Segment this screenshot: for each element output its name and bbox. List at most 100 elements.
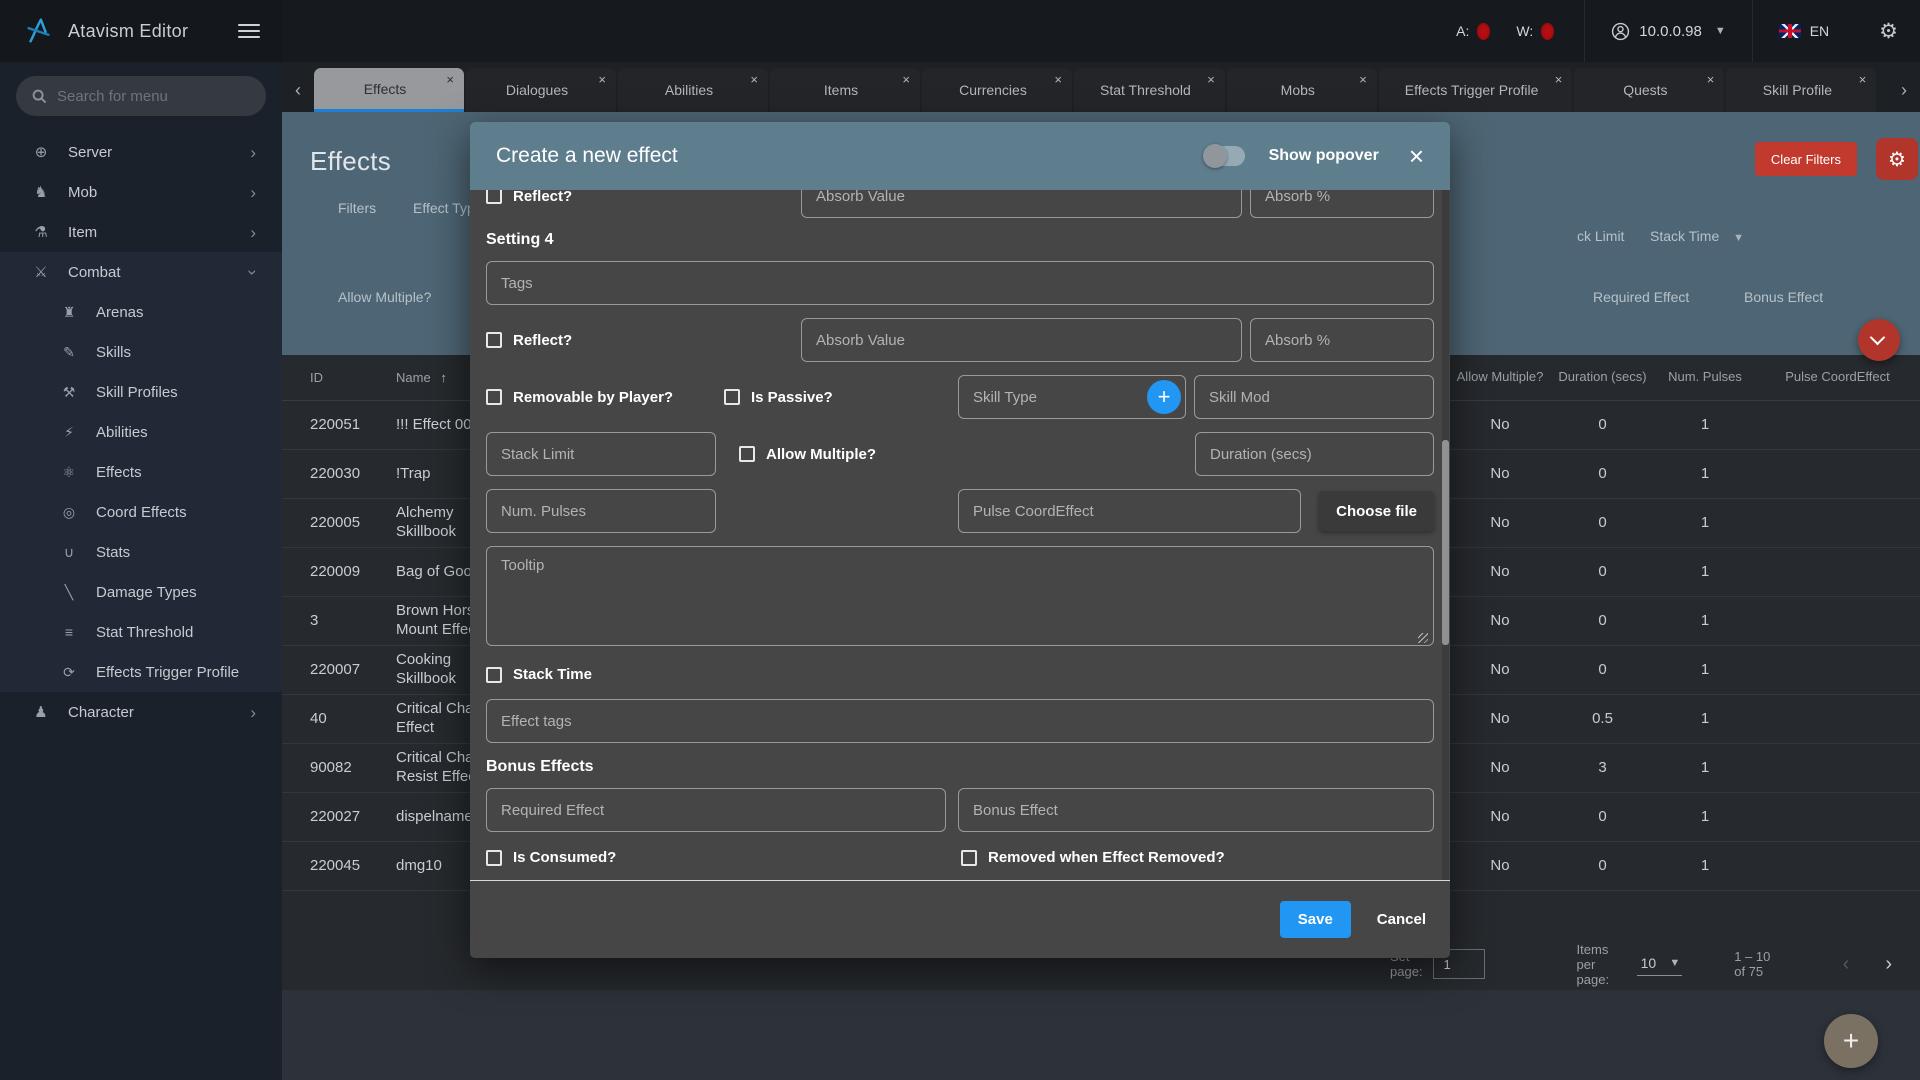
hamburger-menu-icon[interactable] <box>238 24 260 38</box>
sidebar-subgroup-combat: ♜ Arenas ✎ Skills ⚒ Skill Profiles ⚡ Abilities ⚛… <box>0 292 282 692</box>
tab-stat-threshold[interactable]: Stat Threshold × <box>1074 68 1225 112</box>
sidebar-item-label: Skill Profiles <box>96 383 178 401</box>
col-duration[interactable]: Duration (secs) <box>1550 369 1655 386</box>
col-allow-multiple[interactable]: Allow Multiple? <box>1450 369 1550 386</box>
num-pulses-input[interactable] <box>486 489 716 533</box>
settings-gear-icon[interactable]: ⚙ <box>1855 19 1898 44</box>
tab-close-icon[interactable]: × <box>750 73 758 86</box>
sidebar-item-server[interactable]: ⊕ Server › <box>0 132 282 172</box>
save-button[interactable]: Save <box>1279 901 1351 938</box>
absorb-value-input[interactable] <box>801 190 1242 218</box>
tab-close-icon[interactable]: × <box>1555 73 1563 86</box>
absorb-percent-input[interactable] <box>1250 190 1434 218</box>
next-page-icon[interactable]: › <box>1885 953 1892 976</box>
tags-input[interactable] <box>486 261 1434 305</box>
bonus-effect-input[interactable] <box>958 788 1434 832</box>
stack-limit-input[interactable] <box>486 432 716 476</box>
filter-stack-limit[interactable]: ck Limit <box>1577 228 1624 244</box>
previous-page-icon[interactable]: ‹ <box>1843 953 1850 976</box>
col-pulse-coordeffect[interactable]: Pulse CoordEffect <box>1755 369 1920 386</box>
effect-tags-input[interactable] <box>486 699 1434 743</box>
tab-close-icon[interactable]: × <box>1207 73 1215 86</box>
tabs-scroll-left-icon[interactable]: ‹ <box>282 68 314 112</box>
absorb-value-input[interactable] <box>801 318 1242 362</box>
show-popover-toggle[interactable] <box>1202 144 1245 168</box>
sidebar-item-label: Skills <box>96 343 132 361</box>
tab-currencies[interactable]: Currencies × <box>922 68 1072 112</box>
choose-file-button[interactable]: Choose file <box>1319 491 1434 531</box>
filter-allow-multiple[interactable]: Allow Multiple? <box>338 289 431 305</box>
language-selector[interactable]: EN <box>1753 23 1855 39</box>
modal-scrollbar-thumb[interactable] <box>1442 440 1449 645</box>
sidebar-item-abilities[interactable]: ⚡ Abilities <box>0 412 282 452</box>
close-icon[interactable]: × <box>1409 143 1424 169</box>
add-skill-type-button[interactable]: + <box>1147 380 1181 414</box>
tab-quests[interactable]: Quests × <box>1574 68 1725 112</box>
tab-skill-profile[interactable]: Skill Profile × <box>1726 68 1877 112</box>
tab-dialogues[interactable]: Dialogues × <box>466 68 616 112</box>
tab-close-icon[interactable]: × <box>446 73 454 86</box>
sidebar-item-combat[interactable]: ⚔ Combat › <box>0 252 282 292</box>
resize-grip-icon[interactable] <box>1418 633 1428 643</box>
sidebar-item-skill-profiles[interactable]: ⚒ Skill Profiles <box>0 372 282 412</box>
filter-stack-time[interactable]: Stack Time ▼ <box>1650 228 1744 244</box>
absorb-percent-input[interactable] <box>1250 318 1434 362</box>
filter-bonus-effect[interactable]: Bonus Effect <box>1744 289 1823 305</box>
tab-close-icon[interactable]: × <box>598 73 606 86</box>
sidebar-nav: ⊕ Server › ♞ Mob › ⚗ Item › ⚔ Combat › ♜ Arenas ✎ Skill… <box>0 132 282 732</box>
is-passive-checkbox[interactable]: Is Passive? <box>724 389 958 406</box>
removable-by-player-checkbox[interactable]: Removable by Player? <box>486 389 724 406</box>
cell-num-pulses: 1 <box>1700 562 1710 580</box>
col-id[interactable]: ID <box>310 370 396 385</box>
filter-required-effect[interactable]: Required Effect <box>1593 289 1689 305</box>
allow-multiple-checkbox[interactable]: Allow Multiple? <box>739 446 1195 463</box>
sidebar-item-character[interactable]: ♟ Character › <box>0 692 282 732</box>
tab-close-icon[interactable]: × <box>1707 73 1715 86</box>
tab-close-icon[interactable]: × <box>1359 73 1367 86</box>
show-popover-label: Show popover <box>1268 147 1379 164</box>
sidebar-item-item[interactable]: ⚗ Item › <box>0 212 282 252</box>
search-input[interactable] <box>57 87 250 105</box>
sidebar-item-mob[interactable]: ♞ Mob › <box>0 172 282 212</box>
tab-effects[interactable]: Effects × <box>314 68 464 112</box>
reflect-checkbox[interactable]: Reflect? <box>486 190 801 205</box>
cancel-button[interactable]: Cancel <box>1377 911 1426 928</box>
reflect-checkbox[interactable]: Reflect? <box>486 332 801 349</box>
tab-close-icon[interactable]: × <box>1054 73 1062 86</box>
checkbox-icon <box>486 389 502 405</box>
pagination-range: 1 – 10 of 75 <box>1734 949 1771 979</box>
tab-items[interactable]: Items × <box>770 68 920 112</box>
tab-mobs[interactable]: Mobs × <box>1226 68 1377 112</box>
clear-filters-button[interactable]: Clear Filters <box>1754 142 1857 176</box>
sidebar-item-label: Combat <box>68 263 121 281</box>
tab-close-icon[interactable]: × <box>1859 73 1867 86</box>
sidebar-item-coord-effects[interactable]: ◎ Coord Effects <box>0 492 282 532</box>
stack-time-checkbox[interactable]: Stack Time <box>486 666 592 683</box>
stats-icon: ∪ <box>63 543 75 560</box>
tab-effects-trigger-profile[interactable]: Effects Trigger Profile × <box>1378 68 1573 112</box>
table-settings-gear-button[interactable]: ⚙ <box>1876 138 1918 180</box>
add-effect-fab[interactable]: + <box>1824 1014 1878 1068</box>
duration-input[interactable] <box>1195 432 1434 476</box>
is-consumed-checkbox[interactable]: Is Consumed? <box>486 849 961 866</box>
tab-close-icon[interactable]: × <box>902 73 910 86</box>
sidebar-item-label: Item <box>68 223 98 241</box>
col-num-pulses[interactable]: Num. Pulses <box>1655 369 1755 386</box>
tabs-scroll-right-icon[interactable]: › <box>1888 68 1920 112</box>
sidebar-item-stat-threshold[interactable]: ≡ Stat Threshold <box>0 612 282 652</box>
sidebar-item-arenas[interactable]: ♜ Arenas <box>0 292 282 332</box>
pulse-coordeffect-input[interactable] <box>958 489 1301 533</box>
required-effect-input[interactable] <box>486 788 946 832</box>
collapse-filters-fab[interactable] <box>1858 319 1900 361</box>
tab-abilities[interactable]: Abilities × <box>618 68 768 112</box>
skill-mod-input[interactable] <box>1194 375 1434 419</box>
items-per-page-select[interactable]: 10 ▼ <box>1636 953 1683 976</box>
sidebar-item-effects[interactable]: ⚛ Effects <box>0 452 282 492</box>
tooltip-textarea[interactable] <box>486 546 1434 646</box>
removed-when-effect-removed-checkbox[interactable]: Removed when Effect Removed? <box>961 849 1225 866</box>
sidebar-item-effects-trigger-profile[interactable]: ⟳ Effects Trigger Profile <box>0 652 282 692</box>
sidebar-item-stats[interactable]: ∪ Stats <box>0 532 282 572</box>
server-ip-dropdown[interactable]: 10.0.0.98 ▼ <box>1585 22 1751 41</box>
sidebar-item-damage-types[interactable]: ╲ Damage Types <box>0 572 282 612</box>
sidebar-item-skills[interactable]: ✎ Skills <box>0 332 282 372</box>
